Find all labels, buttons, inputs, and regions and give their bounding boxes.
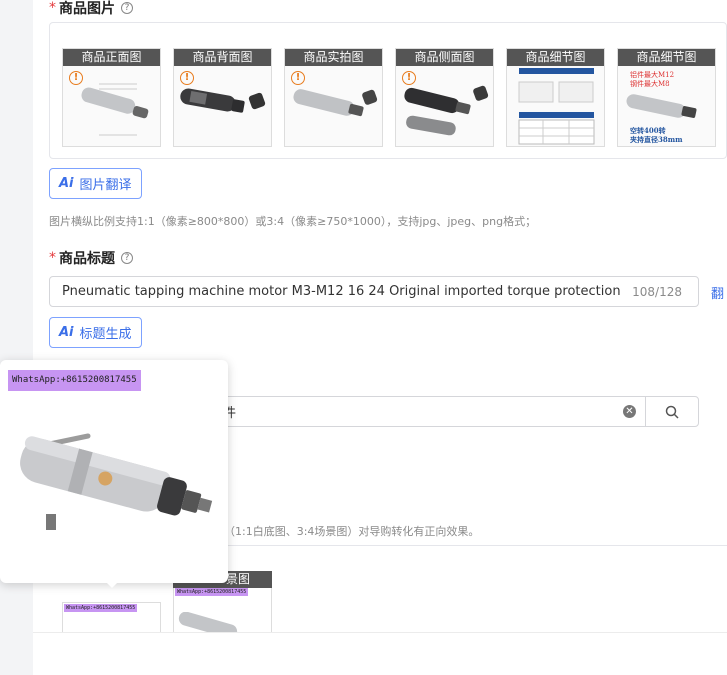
image-translate-label: 图片翻译 bbox=[79, 178, 132, 193]
detail-text-top: 铝件最大M12 钢件最大M8 bbox=[630, 71, 674, 89]
product-title-value: Pneumatic tapping machine motor M3-M12 1… bbox=[62, 284, 625, 299]
product-images-label: 商品图片 bbox=[59, 1, 115, 17]
thumbnail-caption: 商品细节图 bbox=[507, 49, 604, 66]
product-title-input[interactable]: Pneumatic tapping machine motor M3-M12 1… bbox=[49, 276, 699, 307]
thumbnail-detail-2[interactable]: 商品细节图 铝件最大M12 钢件最大M8 空转400转 夹持直径38mm bbox=[617, 48, 716, 147]
thumbnail-caption: 商品细节图 bbox=[618, 49, 715, 66]
thumbnail-caption: 商品实拍图 bbox=[285, 49, 382, 66]
thumbnail-caption: 商品背面图 bbox=[174, 49, 271, 66]
thumbnail-caption: 商品正面图 bbox=[63, 49, 160, 66]
image-preview-popover bbox=[0, 360, 228, 583]
watermark-tag: WhatsApp:+8615200817455 bbox=[8, 370, 141, 391]
required-marker: * bbox=[49, 250, 56, 266]
footer-bar bbox=[33, 632, 727, 675]
watermark-tag: WhatsApp:+8615200817455 bbox=[64, 604, 138, 612]
product-images-heading: * 商品图片 ? bbox=[49, 0, 133, 18]
search-button[interactable] bbox=[645, 396, 699, 427]
product-title-heading: * 商品标题 ? bbox=[49, 248, 133, 268]
search-input[interactable]: 件 ✕ bbox=[180, 396, 646, 427]
product-photo-large bbox=[20, 433, 213, 530]
thumbnail-detail-1[interactable]: 商品细节图 bbox=[506, 48, 605, 147]
thumbnail-caption: 商品侧面图 bbox=[396, 49, 493, 66]
ai-icon: Ai bbox=[59, 176, 74, 191]
section-hint: （1:1白底图、3:4场景图）对导购转化有正向效果。 bbox=[224, 525, 480, 538]
thumbnail-side[interactable]: 商品侧面图 ! bbox=[395, 48, 494, 147]
image-ratio-hint: 图片横纵比例支持1:1（像素≥800*800）或3:4（像素≥750*1000）… bbox=[49, 215, 537, 228]
clear-icon[interactable]: ✕ bbox=[623, 405, 636, 418]
detail-spec-graphic bbox=[518, 68, 595, 145]
thumbnail-front[interactable]: 商品正面图 ! bbox=[62, 48, 161, 147]
required-marker: * bbox=[49, 0, 56, 16]
detail-text-line: 空转400转 bbox=[630, 126, 666, 135]
search-icon bbox=[665, 405, 679, 419]
product-photo bbox=[626, 94, 697, 118]
detail-text-line: 钢件最大M8 bbox=[630, 80, 670, 88]
detail-text-line: 铝件最大M12 bbox=[630, 71, 675, 79]
product-photo bbox=[180, 88, 266, 113]
char-count: 108/128 bbox=[632, 284, 682, 299]
product-photo bbox=[293, 89, 378, 117]
title-translate-link[interactable]: 翻 bbox=[711, 283, 724, 302]
image-translate-button[interactable]: Ai 图片翻译 bbox=[49, 168, 142, 199]
title-generate-button[interactable]: Ai 标题生成 bbox=[49, 317, 142, 348]
thumbnail-back[interactable]: 商品背面图 ! bbox=[173, 48, 272, 147]
product-title-label: 商品标题 bbox=[59, 251, 115, 267]
thumbnail-actual[interactable]: 商品实拍图 ! bbox=[284, 48, 383, 147]
help-icon[interactable]: ? bbox=[121, 2, 133, 14]
detail-text-line: 夹持直径38mm bbox=[630, 135, 683, 144]
detail-text-bottom: 空转400转 夹持直径38mm bbox=[630, 126, 683, 144]
ai-icon: Ai bbox=[59, 325, 74, 340]
product-photo bbox=[81, 83, 149, 136]
divider bbox=[228, 545, 727, 546]
title-generate-label: 标题生成 bbox=[79, 327, 132, 342]
popover-arrow bbox=[104, 580, 120, 588]
product-photo bbox=[404, 85, 489, 136]
help-icon[interactable]: ? bbox=[121, 252, 133, 264]
watermark-tag: WhatsApp:+8615200817455 bbox=[175, 588, 249, 596]
